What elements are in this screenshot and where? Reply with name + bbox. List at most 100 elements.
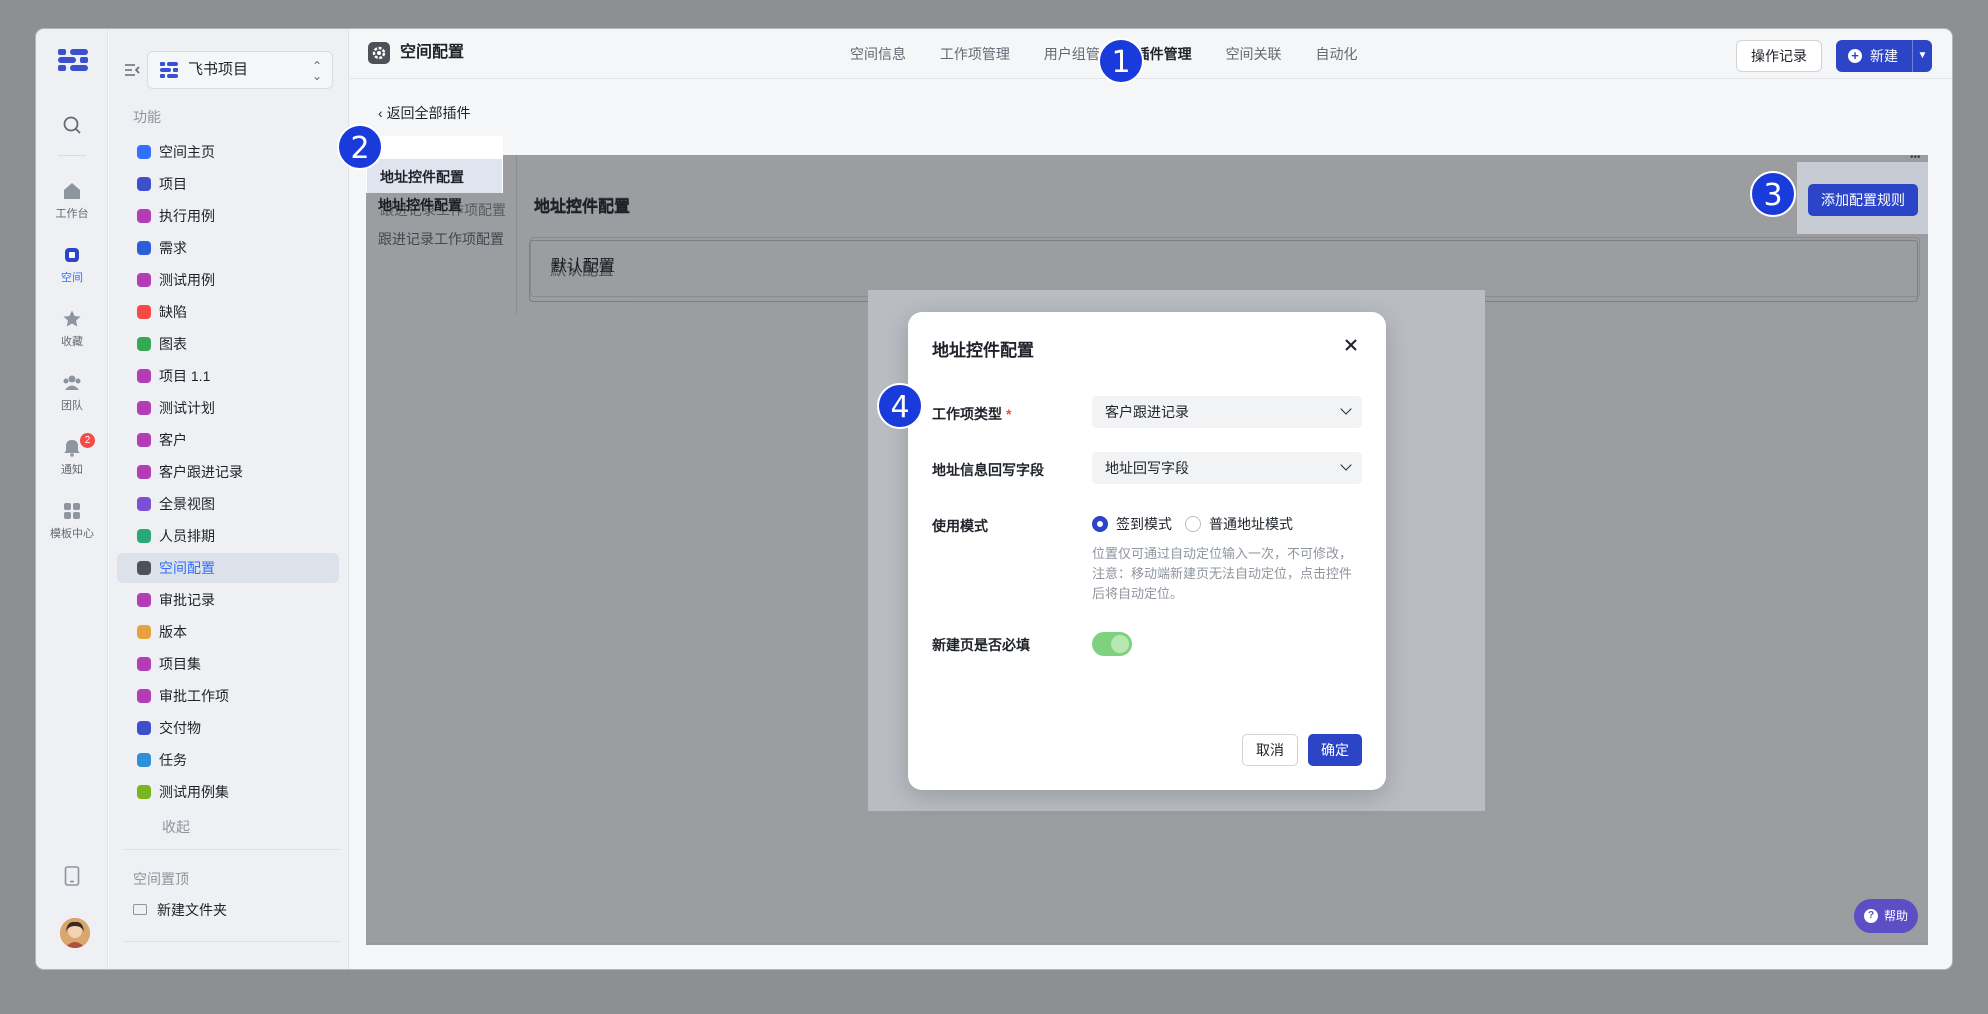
folder-icon [133,904,147,915]
new-button[interactable]: + 新建 ▼ [1836,40,1932,72]
workitem-type-value: 客户跟进记录 [1105,404,1189,420]
tab-user-groups[interactable]: 用户组管 [1044,46,1100,62]
new-folder-label: 新建文件夹 [157,902,227,918]
sidebar-item[interactable]: 全景视图 [117,489,339,519]
sidebar-item-label: 空间配置 [159,560,215,576]
icon-rail: 工作台 空间 收藏 团队 2 通知 模板中心 [36,29,108,969]
workitem-type-icon [137,785,151,799]
sidebar-item-label: 测试用例 [159,272,215,288]
sidebar-item-label: 缺陷 [159,304,187,320]
rail-search[interactable] [36,115,108,139]
new-folder-item[interactable]: 新建文件夹 [133,901,227,919]
sidebar-item[interactable]: 测试计划 [117,393,339,423]
rail-templates[interactable]: 模板中心 [36,501,108,541]
step-marker-1: 1 [1098,38,1144,84]
new-dropdown-arrow-icon[interactable]: ▼ [1912,40,1932,72]
rail-label: 通知 [61,464,83,476]
sidebar-item[interactable]: 缺陷 [117,297,339,327]
sidebar-item[interactable]: 执行用例 [117,201,339,231]
writeback-field-select[interactable]: 地址回写字段 [1092,452,1362,484]
page-title-text: 空间配置 [400,44,465,61]
close-icon[interactable] [1344,338,1358,352]
sidebar-item[interactable]: 测试用例集 [117,777,339,807]
highlighted-plugin-tab[interactable]: 地址控件配置 [380,167,464,187]
usage-mode-label: 使用模式 [932,518,988,534]
rail-notifications[interactable]: 2 通知 [36,433,108,477]
required-toggle[interactable] [1092,632,1132,656]
sidebar-item[interactable]: 项目 1.1 [117,361,339,391]
mobile-icon[interactable] [64,866,80,886]
tab-space-relations[interactable]: 空间关联 [1226,46,1282,62]
new-button-label: 新建 [1870,48,1898,64]
plus-circle-icon: + [1848,49,1862,63]
dimmed-plugin-tab[interactable]: 跟进记录工作项配置 [380,200,506,220]
sidebar-item[interactable]: 测试用例 [117,265,339,295]
sidebar-item[interactable]: 空间配置 [117,553,339,583]
sidebar-item[interactable]: 客户跟进记录 [117,457,339,487]
sidebar-item[interactable]: 人员排期 [117,521,339,551]
workitem-type-icon [137,401,151,415]
sidebar-item[interactable]: 审批记录 [117,585,339,615]
radio-normal-address-mode[interactable]: 普通地址模式 [1185,515,1293,533]
operation-log-button[interactable]: 操作记录 [1736,40,1822,72]
home-icon [64,183,80,199]
radio-checkin-mode[interactable]: 签到模式 [1092,515,1172,533]
rail-workbench[interactable]: 工作台 [36,181,108,221]
step-marker-3: 3 [1750,171,1796,217]
tab-automation[interactable]: 自动化 [1315,46,1357,62]
avatar[interactable] [60,918,90,948]
sidebar-item-label: 人员排期 [159,528,215,544]
question-icon: ? [1864,909,1878,923]
project-switcher[interactable]: 飞书项目 ⌃ ⌄ [147,51,333,89]
cancel-button[interactable]: 取消 [1242,734,1298,766]
sidebar-item[interactable]: 任务 [117,745,339,775]
sidebar-item[interactable]: 空间主页 [117,137,339,167]
sidebar-item[interactable]: 版本 [117,617,339,647]
sidebar-item-label: 需求 [159,240,187,256]
back-link[interactable]: ‹ 返回全部插件 [378,103,471,123]
rail-favorites[interactable]: 收藏 [36,309,108,349]
sidebar-divider [123,941,341,942]
add-config-rule-button[interactable]: 添加配置规则 [1808,184,1918,216]
confirm-button[interactable]: 确定 [1308,734,1362,766]
sidebar-item[interactable]: 项目 [117,169,339,199]
tab-plugin-management[interactable]: 插件管理 [1136,46,1192,62]
workitem-type-icon [137,145,151,159]
workitem-type-icon [137,721,151,735]
sidebar-header: 飞书项目 ⌃ ⌄ [123,51,343,89]
sidebar-item[interactable]: 图表 [117,329,339,359]
sidebar-item[interactable]: 客户 [117,425,339,455]
rail-team[interactable]: 团队 [36,373,108,413]
rail-label: 空间 [61,272,83,284]
collapse-sidebar-icon[interactable] [123,61,141,79]
workitem-type-label: 工作项类型 * [932,404,1011,424]
back-link-label: 返回全部插件 [386,105,471,121]
required-asterisk: * [1006,406,1012,422]
workitem-type-select[interactable]: 客户跟进记录 [1092,396,1362,428]
radio-unchecked-icon [1185,516,1201,532]
project-logo-icon [160,62,178,78]
app-logo-icon[interactable] [58,49,88,71]
workitem-type-icon [137,209,151,223]
rail-space[interactable]: 空间 [36,245,108,285]
sidebar-item[interactable]: 审批工作项 [117,681,339,711]
notification-badge: 2 [80,433,95,448]
help-button[interactable]: ? 帮助 [1854,899,1918,933]
workitem-type-icon [137,273,151,287]
workitem-type-icon [137,593,151,607]
sidebar-item[interactable]: 交付物 [117,713,339,743]
tab-workitem-management[interactable]: 工作项管理 [940,46,1010,62]
sidebar-item-label: 项目 [159,176,187,192]
fold-button[interactable]: 收起 [162,817,190,837]
sidebar-item-label: 审批工作项 [159,688,229,704]
toggle-knob [1111,635,1129,653]
sidebar-item-label: 全景视图 [159,496,215,512]
sidebar-item[interactable]: 项目集 [117,649,339,679]
rail-label: 模板中心 [50,528,94,540]
workitem-type-icon [137,177,151,191]
sidebar-item-label: 测试用例集 [159,784,229,800]
tab-space-info[interactable]: 空间信息 [850,46,906,62]
sidebar-item[interactable]: 需求 [117,233,339,263]
rail-divider [58,155,86,156]
sidebar-item-label: 交付物 [159,720,201,736]
